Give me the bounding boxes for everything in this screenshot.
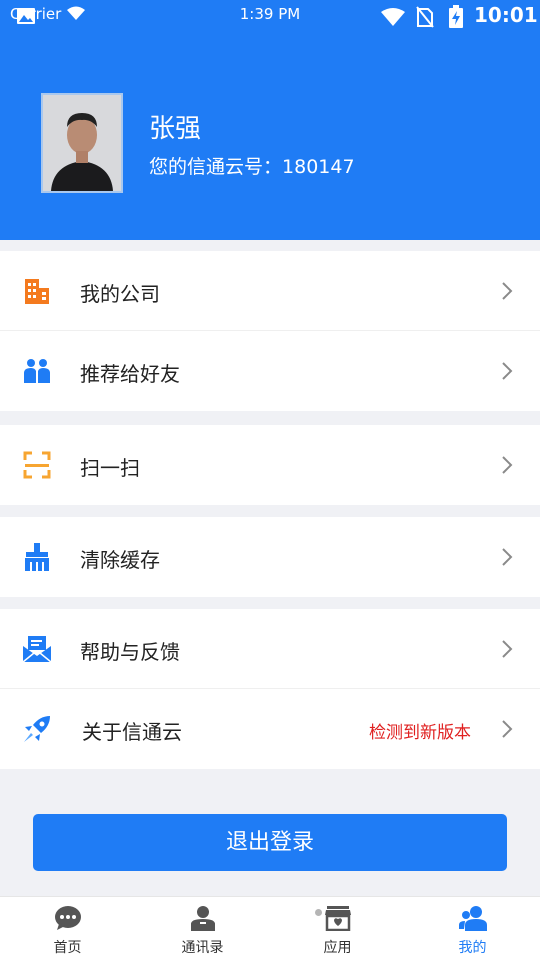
tab-contacts[interactable]: 通讯录 [135, 897, 270, 960]
profile-people-icon [459, 906, 487, 931]
building-icon [25, 279, 49, 304]
menu-item-scan-label: 扫一扫 [80, 456, 140, 480]
menu-item-help-feedback-label: 帮助与反馈 [80, 640, 180, 664]
menu-group-company: 我的公司 推荐给好友 [0, 251, 540, 411]
tab-home[interactable]: 首页 [0, 897, 135, 960]
user-id-value: 180147 [282, 156, 355, 178]
bottom-tab-bar: 首页 通讯录 应用 我的 [0, 896, 540, 960]
profile-header: Carrier 1:39 PM 10:01 张强 您的信通云号：180147 [0, 0, 540, 240]
menu-group-cache: 清除缓存 [0, 517, 540, 597]
chevron-right-icon [502, 640, 513, 658]
tab-contacts-label: 通讯录 [181, 940, 224, 956]
chevron-right-icon [502, 456, 513, 474]
chat-bubble-icon [55, 906, 81, 930]
menu-item-my-company[interactable]: 我的公司 [0, 251, 540, 331]
logout-button[interactable]: 退出登录 [33, 814, 507, 871]
status-clock-overlay: 10:01 [474, 3, 538, 27]
tab-mine-label: 我的 [458, 940, 487, 956]
menu-item-scan[interactable]: 扫一扫 [0, 425, 540, 505]
user-id-label: 您的信通云号： [149, 156, 283, 178]
rocket-icon [24, 716, 50, 742]
menu-item-recommend-label: 推荐给好友 [80, 362, 180, 386]
tab-apps-label: 应用 [323, 940, 352, 956]
menu-group-scan: 扫一扫 [0, 425, 540, 505]
notification-dot [315, 909, 322, 916]
avatar-photo [43, 95, 121, 191]
tab-mine[interactable]: 我的 [405, 897, 540, 960]
user-name: 张强 [149, 114, 202, 144]
menu-item-clear-cache-label: 清除缓存 [80, 548, 160, 572]
share-friends-icon [24, 359, 50, 383]
feedback-mail-icon [22, 636, 52, 663]
menu-item-about[interactable]: 关于信通云 检测到新版本 [0, 689, 540, 769]
menu-item-my-company-label: 我的公司 [80, 282, 160, 306]
broom-icon [25, 543, 49, 571]
chevron-right-icon [502, 362, 513, 380]
avatar[interactable] [41, 93, 123, 193]
menu-item-help-feedback[interactable]: 帮助与反馈 [0, 609, 540, 689]
battery-charging-icon [449, 5, 463, 28]
store-icon [325, 906, 351, 931]
menu-item-recommend[interactable]: 推荐给好友 [0, 331, 540, 411]
no-sim-icon [416, 6, 434, 28]
menu-item-about-label: 关于信通云 [82, 720, 182, 744]
scan-icon [23, 451, 51, 479]
chevron-right-icon [502, 282, 513, 300]
menu-group-help: 帮助与反馈 关于信通云 检测到新版本 [0, 609, 540, 769]
tab-home-label: 首页 [53, 940, 82, 956]
update-available-badge: 检测到新版本 [369, 723, 471, 743]
menu-item-clear-cache[interactable]: 清除缓存 [0, 517, 540, 597]
contacts-person-icon [191, 906, 215, 931]
user-id-line: 您的信通云号：180147 [149, 152, 355, 179]
chevron-right-icon [502, 548, 513, 566]
status-bar: Carrier 1:39 PM 10:01 [0, 0, 540, 32]
tab-apps[interactable]: 应用 [270, 897, 405, 960]
chevron-right-icon [502, 720, 513, 738]
wifi-signal-icon [381, 8, 405, 26]
